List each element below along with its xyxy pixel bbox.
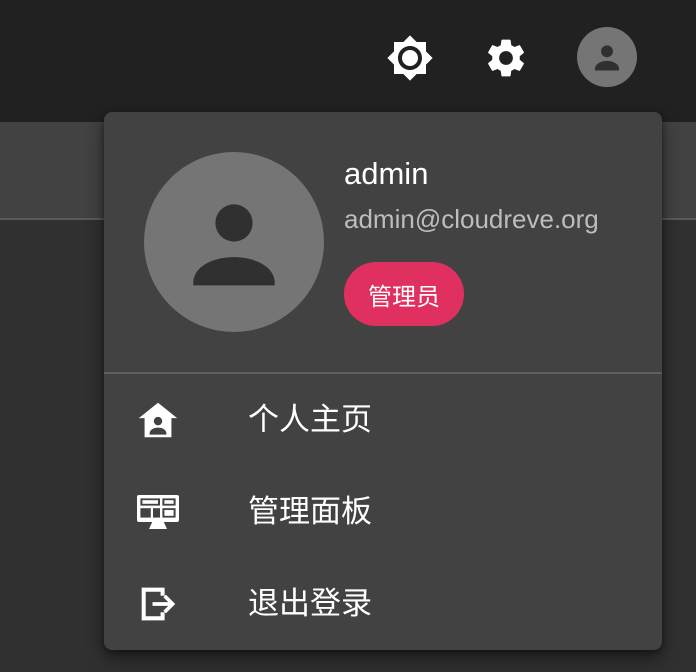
home-account-icon	[134, 396, 182, 444]
menu-item-label: 个人主页	[248, 402, 372, 438]
role-badge: 管理员	[344, 262, 464, 326]
menu-item-label: 管理面板	[248, 494, 372, 530]
menu-item-profile[interactable]: 个人主页	[104, 374, 662, 466]
menu-item-label: 退出登录	[248, 586, 372, 622]
menu-item-admin-panel[interactable]: 管理面板	[104, 466, 662, 558]
user-profile-card: admin admin@cloudreve.org 管理员	[104, 112, 662, 372]
person-icon	[193, 204, 275, 286]
admin-panel-monitor-icon	[134, 488, 182, 536]
user-avatar	[144, 152, 324, 332]
user-menu-popover: admin admin@cloudreve.org 管理员 个人主页 管理面板 …	[104, 112, 662, 650]
menu-item-logout[interactable]: 退出登录	[104, 558, 662, 650]
settings-button[interactable]	[474, 26, 538, 90]
user-email: admin@cloudreve.org	[344, 204, 599, 234]
account-avatar-icon	[577, 27, 637, 87]
top-app-bar	[0, 0, 696, 122]
theme-toggle-button[interactable]	[378, 26, 442, 90]
brightness-icon	[387, 35, 433, 81]
username: admin	[344, 156, 429, 191]
account-avatar-button[interactable]	[575, 25, 639, 89]
logout-icon	[134, 580, 182, 628]
settings-gear-icon	[488, 39, 524, 77]
